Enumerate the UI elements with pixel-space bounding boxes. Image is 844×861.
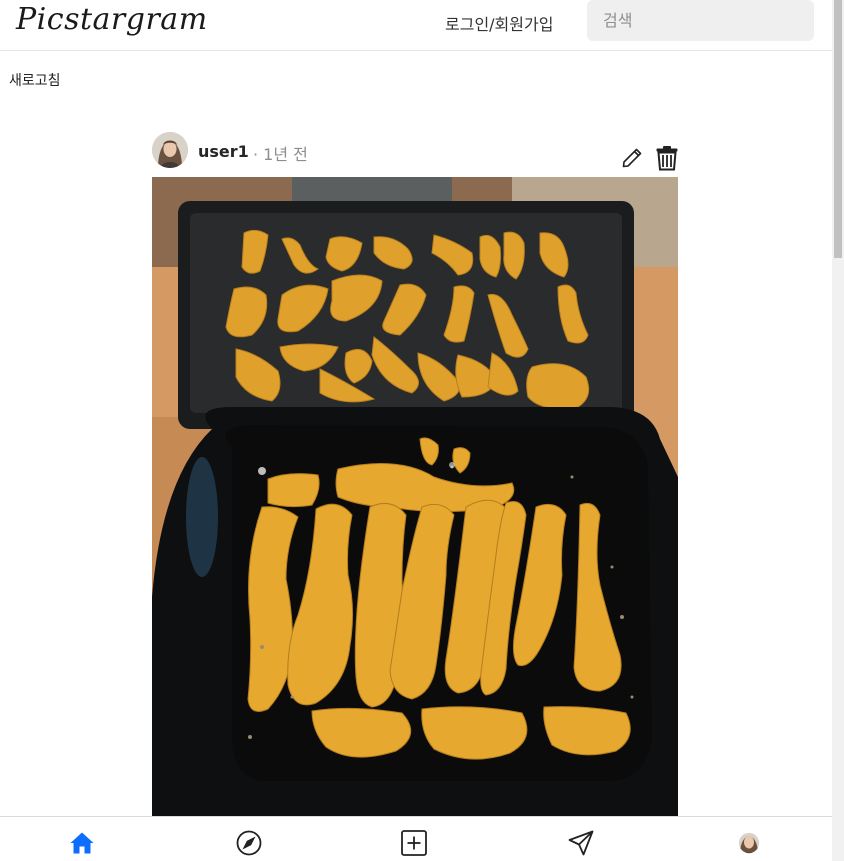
- nav-explore[interactable]: [235, 829, 263, 857]
- post-time: · 1년 전: [253, 145, 308, 164]
- post-username[interactable]: user1: [198, 142, 249, 161]
- search-input[interactable]: [587, 0, 814, 41]
- bottom-nav: [0, 816, 832, 861]
- nav-create[interactable]: [400, 829, 428, 857]
- post-header: user1 · 1년 전: [152, 132, 679, 171]
- vertical-scrollbar[interactable]: [832, 0, 844, 861]
- compass-icon: [236, 830, 262, 856]
- login-signup-link[interactable]: 로그인/회원가입: [445, 11, 553, 35]
- send-icon: [568, 830, 594, 856]
- plus-square-icon: [401, 830, 427, 856]
- refresh-link[interactable]: 새로고침: [9, 70, 61, 90]
- profile-avatar: [738, 832, 760, 854]
- user-avatar[interactable]: [152, 132, 188, 168]
- app-logo[interactable]: Picstargram: [16, 2, 208, 37]
- trash-icon: [656, 146, 678, 171]
- app-window: Picstargram 로그인/회원가입 새로고침 user1 · 1년 전: [0, 0, 844, 861]
- pencil-icon: [622, 148, 642, 168]
- post-photo[interactable]: [152, 177, 678, 817]
- delete-button[interactable]: [655, 145, 679, 171]
- main-content: Picstargram 로그인/회원가입 새로고침 user1 · 1년 전: [0, 0, 832, 861]
- edit-button[interactable]: [620, 146, 644, 170]
- top-header: Picstargram 로그인/회원가입: [0, 0, 832, 51]
- scrollbar-thumb[interactable]: [834, 0, 842, 258]
- nav-profile[interactable]: [735, 829, 763, 857]
- home-icon: [70, 832, 94, 854]
- nav-messages[interactable]: [567, 829, 595, 857]
- nav-home[interactable]: [68, 829, 96, 857]
